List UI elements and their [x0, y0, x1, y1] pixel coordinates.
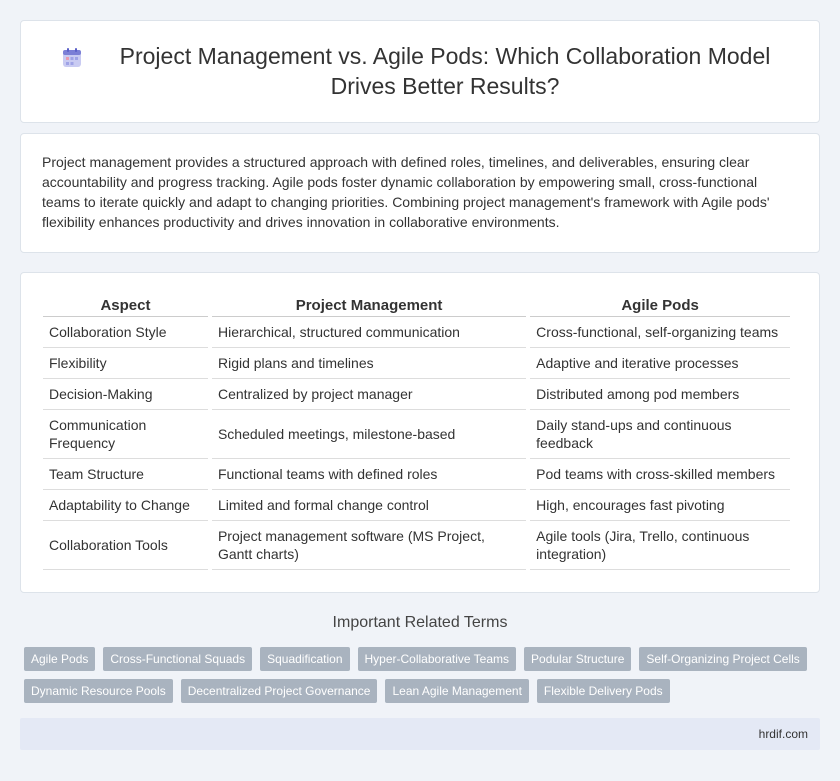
table-header-row: Aspect Project Management Agile Pods: [43, 293, 790, 317]
aspect-cell: Decision-Making: [43, 379, 208, 410]
tag-cross-functional-squads[interactable]: Cross-Functional Squads: [103, 647, 253, 671]
project-management-cell: Scheduled meetings, milestone-based: [211, 410, 527, 459]
tag-hyper-collaborative-teams[interactable]: Hyper-Collaborative Teams: [357, 647, 517, 671]
aspect-cell: Team Structure: [43, 459, 208, 490]
agile-pods-cell: Daily stand-ups and continuous feedback: [530, 410, 790, 459]
tag-lean-agile-management[interactable]: Lean Agile Management: [385, 679, 529, 703]
project-management-cell: Hierarchical, structured communication: [211, 317, 527, 348]
calendar-icon: [63, 48, 81, 67]
agile-pods-cell: Agile tools (Jira, Trello, continuous in…: [530, 521, 790, 570]
tag-flexible-delivery-pods[interactable]: Flexible Delivery Pods: [536, 679, 670, 703]
table-row: Decision-Making Centralized by project m…: [43, 379, 790, 410]
aspect-cell: Flexibility: [43, 348, 208, 379]
aspect-cell: Collaboration Style: [43, 317, 208, 348]
aspect-cell: Adaptability to Change: [43, 490, 208, 521]
table-row: Flexibility Rigid plans and timelines Ad…: [43, 348, 790, 379]
aspect-cell: Collaboration Tools: [43, 521, 208, 570]
intro-paragraph: Project management provides a structured…: [42, 154, 770, 230]
header-aspect: Aspect: [43, 293, 208, 317]
related-terms-tags: Agile Pods Cross-Functional Squads Squad…: [24, 647, 824, 711]
project-management-cell: Limited and formal change control: [211, 490, 527, 521]
tag-row: Dynamic Resource Pools Decentralized Pro…: [24, 679, 824, 703]
tag-agile-pods[interactable]: Agile Pods: [24, 647, 96, 671]
tag-dynamic-resource-pools[interactable]: Dynamic Resource Pools: [24, 679, 173, 703]
header-agile-pods: Agile Pods: [530, 293, 790, 317]
related-terms-heading: Important Related Terms: [332, 614, 508, 631]
tag-self-organizing-project-cells[interactable]: Self-Organizing Project Cells: [639, 647, 807, 671]
footer-site-link[interactable]: hrdif.com: [759, 727, 808, 741]
project-management-cell: Project management software (MS Project,…: [211, 521, 527, 570]
aspect-cell: Communication Frequency: [43, 410, 208, 459]
agile-pods-cell: High, encourages fast pivoting: [530, 490, 790, 521]
tag-decentralized-project-governance[interactable]: Decentralized Project Governance: [180, 679, 378, 703]
agile-pods-cell: Cross-functional, self-organizing teams: [530, 317, 790, 348]
comparison-card: Aspect Project Management Agile Pods Col…: [20, 272, 820, 593]
title-card: Project Management vs. Agile Pods: Which…: [20, 20, 820, 123]
agile-pods-cell: Distributed among pod members: [530, 379, 790, 410]
header-project-management: Project Management: [211, 293, 527, 317]
intro-card: Project management provides a structured…: [20, 133, 820, 253]
project-management-cell: Centralized by project manager: [211, 379, 527, 410]
comparison-table: Aspect Project Management Agile Pods Col…: [39, 293, 794, 570]
table-row: Collaboration Tools Project management s…: [43, 521, 790, 570]
tag-squadification[interactable]: Squadification: [260, 647, 350, 671]
project-management-cell: Functional teams with defined roles: [211, 459, 527, 490]
page-title: Project Management vs. Agile Pods: Which…: [119, 43, 771, 99]
tag-row: Agile Pods Cross-Functional Squads Squad…: [24, 647, 824, 671]
footer: hrdif.com: [20, 718, 820, 750]
table-row: Team Structure Functional teams with def…: [43, 459, 790, 490]
agile-pods-cell: Pod teams with cross-skilled members: [530, 459, 790, 490]
project-management-cell: Rigid plans and timelines: [211, 348, 527, 379]
tag-podular-structure[interactable]: Podular Structure: [524, 647, 632, 671]
agile-pods-cell: Adaptive and iterative processes: [530, 348, 790, 379]
table-row: Communication Frequency Scheduled meetin…: [43, 410, 790, 459]
table-row: Adaptability to Change Limited and forma…: [43, 490, 790, 521]
table-row: Collaboration Style Hierarchical, struct…: [43, 317, 790, 348]
